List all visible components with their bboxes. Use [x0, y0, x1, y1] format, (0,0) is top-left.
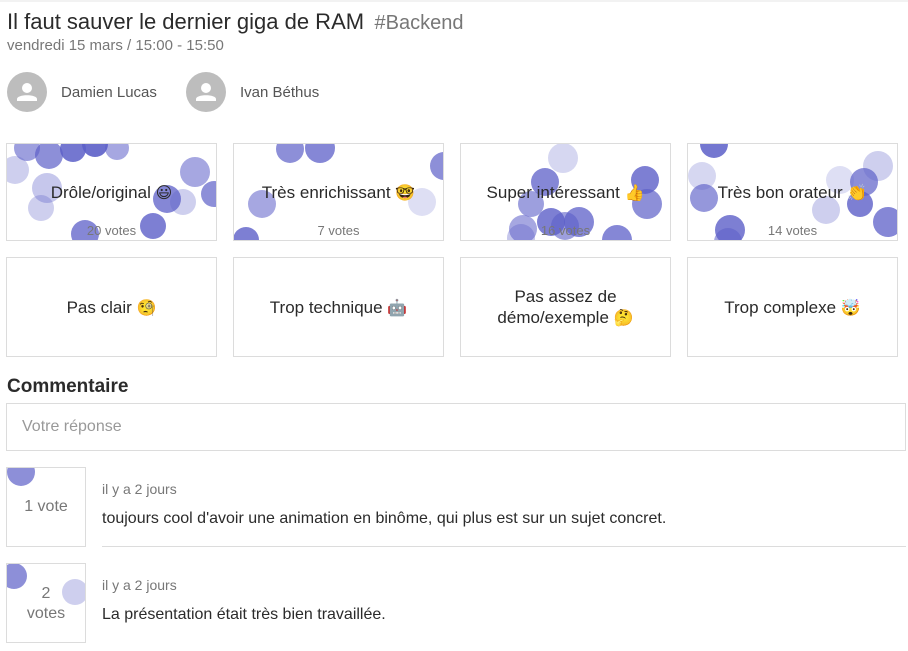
vote-count: 1 vote [24, 498, 68, 515]
comment-text: toujours cool d'avoir une animation en b… [102, 510, 667, 527]
comments-title: Commentaire [7, 376, 129, 397]
talk-title: Il faut sauver le dernier giga de RAM [7, 9, 365, 34]
feedback-card-drole[interactable]: Drôle/original 😃 20 votes [6, 143, 217, 241]
feedback-label: Très bon orateur 👏 [717, 183, 868, 202]
feedback-label: Très enrichissant 🤓 [261, 183, 416, 202]
person-icon [186, 72, 226, 112]
comment-vote-button[interactable]: 1 vote [6, 467, 86, 547]
vote-count: 20 votes [86, 223, 137, 238]
talk-tag[interactable]: #Backend [375, 12, 464, 34]
talk-header: Il faut sauver le dernier giga de RAM #B… [7, 9, 464, 35]
speaker-name: Damien Lucas [61, 83, 157, 101]
comment-divider [102, 546, 906, 547]
comment-input[interactable] [6, 403, 906, 451]
feedback-card-pas-assez-demo[interactable]: Pas assez de démo/exemple 🤔 [460, 257, 671, 357]
comment-time: il y a 2 jours [102, 577, 177, 593]
speaker-1[interactable]: Damien Lucas [7, 72, 157, 112]
feedback-card-trop-technique[interactable]: Trop technique 🤖 [233, 257, 444, 357]
feedback-label: Pas assez de démo/exemple 🤔 [497, 287, 634, 327]
feedback-card-interessant[interactable]: Super intéressant 👍 16 votes [460, 143, 671, 241]
vote-count: 16 votes [540, 223, 591, 238]
comment-text: La présentation était très bien travaill… [102, 606, 386, 623]
vote-count: 2 votes [26, 585, 66, 622]
feedback-label: Trop complexe 🤯 [724, 298, 861, 317]
speaker-name: Ivan Béthus [240, 83, 320, 101]
speaker-2[interactable]: Ivan Béthus [186, 72, 319, 112]
vote-count: 14 votes [767, 223, 818, 238]
feedback-label: Drôle/original 😃 [50, 183, 173, 202]
comment-time: il y a 2 jours [102, 481, 177, 497]
feedback-card-trop-complexe[interactable]: Trop complexe 🤯 [687, 257, 898, 357]
comment-vote-button[interactable]: 2 votes [6, 563, 86, 643]
talk-datetime: vendredi 15 mars / 15:00 - 15:50 [7, 37, 224, 54]
feedback-label: Pas clair 🧐 [66, 298, 157, 317]
top-divider [0, 0, 908, 2]
feedback-card-enrichissant[interactable]: Très enrichissant 🤓 7 votes [233, 143, 444, 241]
feedback-label: Super intéressant 👍 [486, 183, 645, 202]
feedback-card-pas-clair[interactable]: Pas clair 🧐 [6, 257, 217, 357]
vote-count: 7 votes [317, 223, 360, 238]
feedback-card-orateur[interactable]: Très bon orateur 👏 14 votes [687, 143, 898, 241]
feedback-label: Trop technique 🤖 [269, 298, 408, 317]
person-icon [7, 72, 47, 112]
